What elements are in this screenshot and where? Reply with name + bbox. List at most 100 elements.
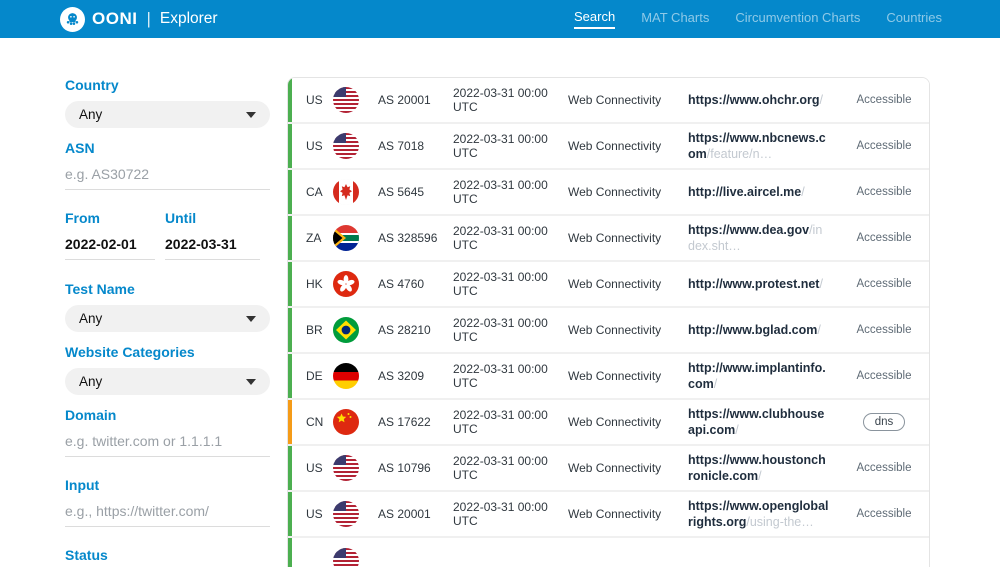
status-cell: Accessible [839,370,929,382]
measured-url: http://www.implantinfo.com/ [688,360,839,393]
measurement-row[interactable] [288,538,929,567]
measured-url: https://www.nbcnews.com/feature/n… [688,130,839,163]
country-flag-icon [333,133,359,159]
asn-value: AS 7018 [378,139,453,153]
test-name: Web Connectivity [568,507,688,521]
measurement-row[interactable]: US AS 20001 2022-03-31 00:00 UTC Web Con… [288,78,929,124]
measured-url: https://www.clubhouseapi.com/ [688,406,839,439]
input-input[interactable] [65,501,270,527]
website-categories-label: Website Categories [65,344,270,360]
anomaly-badge: dns [863,413,906,431]
status-indicator-strip [288,170,292,214]
measurement-date: 2022-03-31 00:00 UTC [453,270,568,298]
country-code: US [306,507,333,521]
measurement-date: 2022-03-31 00:00 UTC [453,408,568,436]
country-flag-icon [333,501,359,527]
measurement-row[interactable]: HK AS 4760 2022-03-31 00:00 UTC Web Conn… [288,262,929,308]
country-flag-icon [333,271,359,297]
from-date-input[interactable] [65,234,155,260]
asn-value: AS 28210 [378,323,453,337]
status-cell: Accessible [839,140,929,152]
status-label: Accessible [857,232,912,244]
measurement-row[interactable]: CA AS 5645 2022-03-31 00:00 UTC Web Conn… [288,170,929,216]
ooni-logo[interactable]: OONI | Explorer [60,7,218,32]
status-cell: Accessible [839,508,929,520]
brand-product: Explorer [160,10,218,28]
country-select[interactable]: Any [65,101,270,128]
website-categories-select[interactable]: Any [65,368,270,395]
status-label: Accessible [857,324,912,336]
measurement-row[interactable]: US AS 7018 2022-03-31 00:00 UTC Web Conn… [288,124,929,170]
asn-filter-group: ASN [65,140,270,190]
status-label: Accessible [857,186,912,198]
brand-name: OONI [92,9,137,29]
website-categories-select-value: Any [79,374,102,389]
test-name: Web Connectivity [568,415,688,429]
country-code: HK [306,277,333,291]
test-name-select-value: Any [79,311,102,326]
country-flag-icon [333,409,359,435]
status-indicator-strip [288,354,292,398]
country-flag-icon [333,179,359,205]
nav-search[interactable]: Search [574,9,615,29]
test-name-select[interactable]: Any [65,305,270,332]
country-label: Country [65,77,270,93]
status-label: Accessible [857,508,912,520]
measurement-date: 2022-03-31 00:00 UTC [453,86,568,114]
asn-value: AS 328596 [378,231,453,245]
status-indicator-strip [288,216,292,260]
from-label: From [65,210,165,226]
measurement-row[interactable]: ZA AS 328596 2022-03-31 00:00 UTC Web Co… [288,216,929,262]
nav-countries[interactable]: Countries [886,10,942,28]
measurement-row[interactable]: BR AS 28210 2022-03-31 00:00 UTC Web Con… [288,308,929,354]
test-name: Web Connectivity [568,139,688,153]
country-select-value: Any [79,107,102,122]
domain-filter-group: Domain [65,407,270,457]
input-filter-group: Input [65,477,270,527]
status-label: Status [65,547,270,563]
measured-url: https://www.houstonchronicle.com/ [688,452,839,485]
status-indicator-strip [288,262,292,306]
test-name: Web Connectivity [568,323,688,337]
until-date-input[interactable] [165,234,260,260]
test-name: Web Connectivity [568,369,688,383]
measurement-date: 2022-03-31 00:00 UTC [453,362,568,390]
status-filter-group: Status All Results [65,547,270,567]
domain-input[interactable] [65,431,270,457]
country-code: US [306,93,333,107]
country-filter-group: Country Any [65,77,270,128]
measurement-row[interactable]: DE AS 3209 2022-03-31 00:00 UTC Web Conn… [288,354,929,400]
country-flag-icon [333,548,359,567]
status-indicator-strip [288,538,292,567]
domain-label: Domain [65,407,270,423]
asn-input[interactable] [65,164,270,190]
asn-value: AS 3209 [378,369,453,383]
until-label: Until [165,210,270,226]
status-label: Accessible [857,278,912,290]
measured-url: https://www.openglobalrights.org/using-t… [688,498,839,531]
measured-url: https://www.dea.gov/index.sht… [688,222,839,255]
measured-url: https://www.ohchr.org/ [688,92,839,108]
asn-value: AS 17622 [378,415,453,429]
status-label: Accessible [857,140,912,152]
nav-circumvention-charts[interactable]: Circumvention Charts [735,10,860,28]
status-cell: Accessible [839,278,929,290]
measurement-date: 2022-03-31 00:00 UTC [453,132,568,160]
measurement-date: 2022-03-31 00:00 UTC [453,178,568,206]
status-cell: Accessible [839,232,929,244]
country-code: CA [306,185,333,199]
date-until-group: Until [165,210,270,260]
country-code: US [306,139,333,153]
country-code: CN [306,415,333,429]
chevron-down-icon [246,112,256,118]
status-label: Accessible [857,462,912,474]
measurement-row[interactable]: US AS 10796 2022-03-31 00:00 UTC Web Con… [288,446,929,492]
measurement-row[interactable]: US AS 20001 2022-03-31 00:00 UTC Web Con… [288,492,929,538]
measured-url: http://www.protest.net/ [688,276,839,292]
measurement-row[interactable]: CN AS 17622 2022-03-31 00:00 UTC Web Con… [288,400,929,446]
results-panel: US AS 20001 2022-03-31 00:00 UTC Web Con… [287,77,930,567]
nav-mat-charts[interactable]: MAT Charts [641,10,709,28]
measured-url: http://www.bglad.com/ [688,322,839,338]
test-name: Web Connectivity [568,231,688,245]
country-flag-icon [333,363,359,389]
